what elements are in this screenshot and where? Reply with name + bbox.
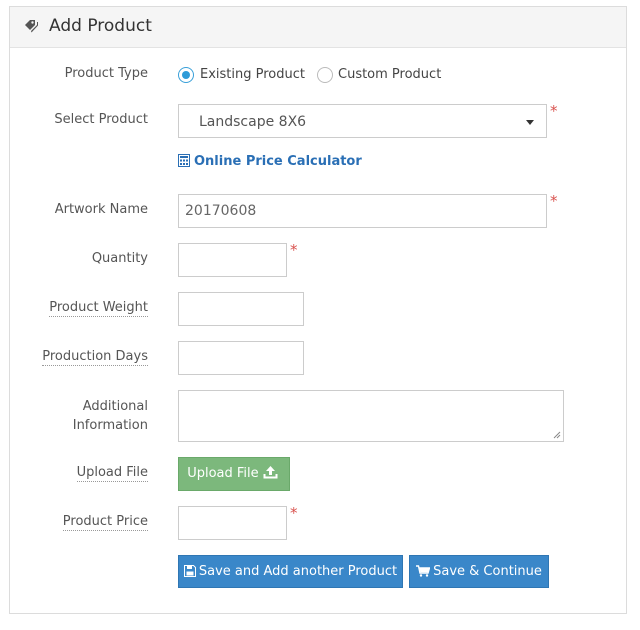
calculator-icon bbox=[178, 154, 190, 167]
upload-file-label: Upload File bbox=[76, 465, 148, 482]
required-marker: * bbox=[550, 192, 558, 210]
upload-file-button-label: Upload File bbox=[187, 466, 259, 481]
select-product-value: Landscape 8X6 bbox=[199, 114, 307, 130]
select-product-label: Select Product bbox=[54, 112, 148, 127]
additional-information-textarea[interactable] bbox=[178, 390, 564, 442]
product-price-input[interactable] bbox=[178, 506, 287, 540]
tags-icon bbox=[25, 20, 38, 33]
radio-custom-product[interactable] bbox=[317, 67, 333, 83]
production-days-label: Production Days bbox=[42, 349, 148, 366]
quantity-input[interactable] bbox=[178, 243, 287, 277]
product-type-label: Product Type bbox=[64, 66, 148, 81]
required-marker: * bbox=[550, 102, 558, 120]
required-marker: * bbox=[290, 504, 298, 522]
save-continue-label: Save & Continue bbox=[433, 564, 542, 579]
floppy-disk-icon bbox=[183, 565, 196, 577]
product-price-label: Product Price bbox=[62, 514, 148, 531]
resize-handle-icon[interactable] bbox=[553, 431, 561, 439]
upload-icon bbox=[263, 466, 278, 479]
panel-header: Add Product bbox=[10, 7, 626, 48]
artwork-name-label: Artwork Name bbox=[54, 202, 148, 217]
production-days-input[interactable] bbox=[178, 341, 304, 375]
online-price-calculator-text: Online Price Calculator bbox=[194, 154, 362, 169]
additional-information-label-line2: Information bbox=[72, 418, 148, 433]
online-price-calculator-link[interactable]: Online Price Calculator bbox=[178, 154, 362, 169]
upload-file-button[interactable]: Upload File bbox=[178, 457, 290, 491]
product-weight-input[interactable] bbox=[178, 292, 304, 326]
artwork-name-input[interactable]: 20170608 bbox=[178, 194, 547, 228]
radio-existing-product[interactable] bbox=[178, 67, 194, 83]
cart-icon bbox=[416, 565, 431, 577]
save-continue-button[interactable]: Save & Continue bbox=[409, 555, 549, 588]
quantity-label: Quantity bbox=[91, 251, 148, 266]
chevron-down-icon bbox=[526, 120, 534, 125]
additional-information-label: Additional Information bbox=[28, 397, 148, 435]
radio-custom-product-label[interactable]: Custom Product bbox=[338, 67, 441, 82]
product-weight-label: Product Weight bbox=[49, 300, 148, 317]
artwork-name-value: 20170608 bbox=[185, 203, 257, 219]
additional-information-label-line1: Additional bbox=[82, 399, 148, 414]
save-and-add-another-label: Save and Add another Product bbox=[198, 564, 398, 579]
radio-existing-product-label[interactable]: Existing Product bbox=[200, 67, 305, 82]
required-marker: * bbox=[290, 241, 298, 259]
panel-title: Add Product bbox=[49, 16, 152, 36]
save-and-add-another-button[interactable]: Save and Add another Product bbox=[178, 555, 403, 588]
select-product-dropdown[interactable]: Landscape 8X6 bbox=[178, 104, 547, 138]
